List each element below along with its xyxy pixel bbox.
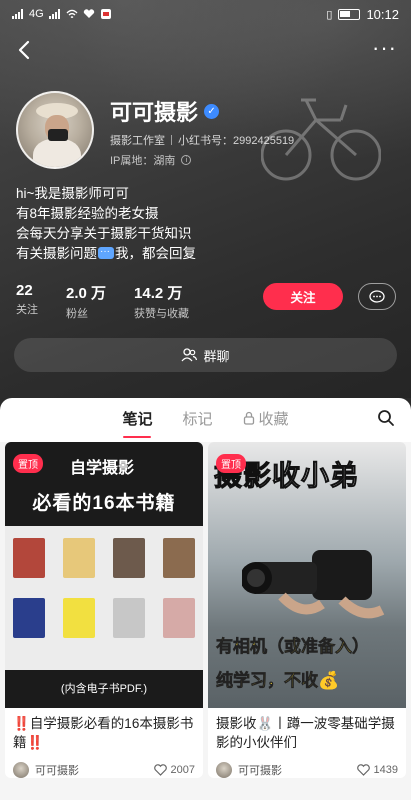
tab-label: 收藏	[258, 410, 289, 428]
more-options-icon[interactable]: ···	[372, 37, 397, 59]
notes-feed: 置顶 自学摄影 必看的16本书籍 (内含电子书PDF.) ‼️自学摄影必看的16…	[0, 442, 411, 800]
group-chat-label: 群聊	[203, 348, 230, 364]
author-name[interactable]: 可可摄影	[35, 762, 79, 778]
wifi-icon	[66, 9, 78, 18]
tab-saved[interactable]: 收藏	[243, 408, 289, 429]
book-cover	[163, 538, 195, 578]
author-avatar[interactable]	[216, 762, 232, 778]
book-cover	[113, 538, 145, 578]
note-title: ‼️自学摄影必看的16本摄影书籍‼️	[5, 708, 203, 754]
cover-caption-2: 纯学习，不收💰	[216, 671, 340, 691]
status-time: 10:12	[366, 6, 399, 22]
status-bar: 4G ▯ 10:12	[0, 0, 411, 28]
profile-stats: 22 关注 2.0 万 粉丝 14.2 万 获赞与收藏	[16, 282, 189, 321]
avatar-camera	[48, 129, 68, 141]
signal-icon	[12, 9, 23, 19]
cover-caption-1: 有相机（或准备入）	[216, 637, 370, 657]
info-icon[interactable]: i	[181, 155, 192, 165]
heart-status-icon	[83, 9, 94, 18]
vibrate-icon: ▯	[326, 8, 333, 21]
profile-id: 小红书号：2992425519	[178, 135, 295, 147]
tab-label: 标记	[182, 410, 213, 428]
battery-icon	[338, 8, 361, 20]
signal-icon-2	[48, 9, 60, 19]
app-notification-icon	[100, 9, 111, 19]
book-cover	[63, 538, 95, 578]
note-footer: 可可摄影 1439	[208, 754, 406, 778]
heart-icon	[153, 764, 167, 776]
avatar[interactable]	[16, 91, 94, 169]
book-cover	[113, 598, 145, 638]
stat-num: 2.0 万	[66, 285, 107, 302]
group-icon	[181, 348, 198, 362]
ip-location: IP属地：湖南	[110, 155, 176, 167]
like-counter[interactable]: 1439	[356, 764, 398, 776]
follow-button[interactable]: 关注	[263, 283, 343, 310]
profile-meta: 摄影工作室 小红书号：2992425519	[110, 132, 294, 148]
tab-label: 笔记	[122, 410, 153, 428]
title-emoji: ‼️	[13, 716, 30, 731]
profile-name: 可可摄影	[110, 100, 199, 125]
book-cover	[13, 598, 45, 638]
top-nav: ···	[0, 36, 411, 66]
bio-line: 会每天分享关于摄影干货知识	[16, 226, 192, 241]
network-type: 4G	[29, 8, 44, 20]
profile-org: 摄影工作室	[110, 135, 165, 147]
like-counter[interactable]: 2007	[153, 764, 195, 776]
stat-label: 获赞与收藏	[134, 308, 190, 320]
note-title: 摄影收🐰丨蹲一波零基础学摄影的小伙伴们	[216, 716, 395, 750]
note-cover: 置顶 自学摄影 必看的16本书籍 (内含电子书PDF.)	[5, 442, 203, 708]
book-cover	[63, 598, 95, 638]
book-cover	[163, 598, 195, 638]
message-button[interactable]	[358, 283, 396, 310]
profile-name-row: 可可摄影 ✓	[110, 95, 220, 127]
cover-subheading: 必看的16本书籍	[32, 493, 176, 514]
note-card[interactable]: 置顶 摄影收小弟 有相机（或准备入） 纯学习，不收💰 摄影收🐰丨蹲一波零基础学摄…	[208, 442, 406, 778]
content-tabs: 笔记 标记 收藏	[0, 398, 411, 438]
book-cover	[13, 538, 45, 578]
stat-num: 14.2 万	[134, 285, 183, 302]
title-emoji: ‼️	[26, 735, 44, 750]
like-count: 2007	[170, 764, 195, 776]
meta-divider	[171, 135, 172, 145]
content-panel: 笔记 标记 收藏 置顶 自学摄影 必看的16本书籍 (内含电子书PDF.) ‼️…	[0, 398, 411, 800]
bio-line-part: 我，都会回复	[115, 246, 196, 261]
camera-illustration	[242, 550, 385, 619]
cover-heading: 自学摄影	[70, 460, 135, 477]
stat-followers[interactable]: 2.0 万 粉丝	[66, 282, 106, 321]
note-cover: 置顶 摄影收小弟 有相机（或准备入） 纯学习，不收💰	[208, 442, 406, 708]
stat-num: 22	[16, 282, 33, 299]
pinned-badge: 置顶	[13, 454, 43, 473]
bio-line: 有8年摄影经验的老女摄	[16, 206, 159, 221]
avatar-body	[33, 139, 81, 167]
author-avatar[interactable]	[13, 762, 29, 778]
author-name[interactable]: 可可摄影	[238, 762, 282, 778]
message-bubble-icon	[98, 242, 114, 262]
stat-following[interactable]: 22 关注	[16, 282, 38, 321]
profile-bio: hi~我是摄影师可可 有8年摄影经验的老女摄 会每天分享关于摄影干货知识 有关摄…	[16, 184, 196, 264]
group-chat-button[interactable]: 群聊	[14, 338, 397, 372]
note-card[interactable]: 置顶 自学摄影 必看的16本书籍 (内含电子书PDF.) ‼️自学摄影必看的16…	[5, 442, 203, 778]
bicycle-illustration	[261, 98, 381, 181]
stat-label: 关注	[16, 304, 38, 316]
bio-line-part: 有关摄影问题	[16, 246, 97, 261]
pinned-badge: 置顶	[216, 454, 246, 473]
cover-footer: (内含电子书PDF.)	[5, 670, 203, 708]
verified-icon: ✓	[204, 103, 220, 119]
lock-icon	[243, 411, 254, 425]
profile-ip: IP属地：湖南 i	[110, 152, 192, 168]
bio-line: hi~我是摄影师可可	[16, 186, 129, 201]
search-icon[interactable]	[377, 409, 395, 427]
back-icon[interactable]	[14, 38, 36, 62]
stat-likes-collections[interactable]: 14.2 万 获赞与收藏	[134, 282, 189, 321]
bio-line: 有关摄影问题 我，都会回复	[16, 242, 196, 264]
note-footer: 可可摄影 2007	[5, 754, 203, 778]
tab-notes[interactable]: 笔记	[122, 408, 152, 429]
chat-icon	[369, 289, 385, 303]
heart-icon	[356, 764, 370, 776]
tab-marks[interactable]: 标记	[182, 408, 212, 429]
like-count: 1439	[373, 764, 398, 776]
stat-label: 粉丝	[66, 308, 88, 320]
